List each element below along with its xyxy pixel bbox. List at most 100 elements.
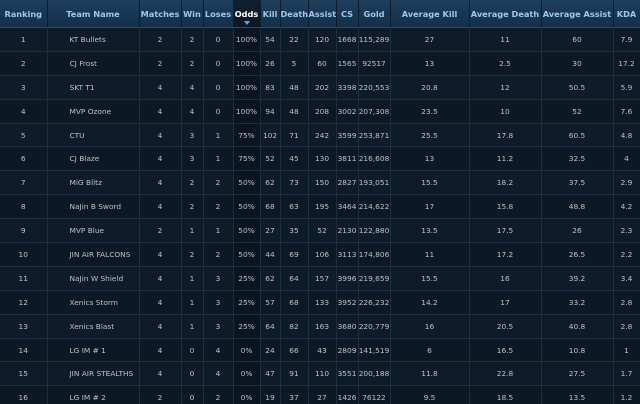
cell-death: 82	[280, 314, 309, 339]
cell-gold: 76122	[358, 385, 391, 404]
cell-matches: 2	[139, 27, 182, 52]
cell-death: 35	[280, 218, 309, 244]
column-header-cs[interactable]: CS	[336, 0, 359, 28]
cell-team-name: CJ Frost	[47, 51, 140, 76]
column-header-death[interactable]: Death	[280, 0, 309, 28]
cell-matches: 4	[139, 194, 182, 220]
column-header-gold[interactable]: Gold	[358, 0, 391, 28]
cell-kda: 7.6	[613, 99, 640, 124]
column-header-matches[interactable]: Matches	[139, 0, 182, 28]
table-row[interactable]: 4 MVP Ozone 4 4 0 100% 94 48 208 3002 207,308 23.5 1…	[0, 99, 640, 124]
cell-average-death: 11	[469, 27, 542, 52]
table-row[interactable]: 15 JIN AIR STEALTHS 4 0 4 0% 47 91 110 3551 200,18…	[0, 361, 640, 387]
cell-win: 2	[181, 170, 204, 196]
cell-kill: 64	[260, 314, 281, 339]
table-row[interactable]: 8 NaJin B Sword 4 2 2 50% 68 63 195 3464 214,622 17…	[0, 194, 640, 220]
cell-team-name: Xenics Storm	[47, 290, 140, 315]
cell-cs: 3680	[336, 314, 359, 339]
cell-cs: 3811	[336, 146, 359, 172]
cell-matches: 4	[139, 99, 182, 124]
cell-team-name: JIN AIR STEALTHS	[47, 361, 140, 387]
table-row[interactable]: 10 JIN AIR FALCONS 4 2 2 50% 44 69 106 3113 174,80…	[0, 242, 640, 267]
table-row[interactable]: 13 Xenics Blast 4 1 3 25% 64 82 163 3680 220,779 16…	[0, 314, 640, 339]
cell-loses: 3	[203, 290, 234, 315]
table-row[interactable]: 7 MiG Blitz 4 2 2 50% 62 73 150 2827 193,051 15.5 18…	[0, 170, 640, 196]
cell-cs: 2827	[336, 170, 359, 196]
cell-win: 3	[181, 123, 204, 148]
cell-average-kill: 9.5	[390, 385, 470, 404]
table-row[interactable]: 9 MVP Blue 2 1 1 50% 27 35 52 2130 122,880 13.5 17.5…	[0, 218, 640, 244]
cell-average-death: 17	[469, 290, 542, 315]
cell-loses: 0	[203, 99, 234, 124]
column-header-assist[interactable]: Assist	[308, 0, 337, 28]
team-stats-table: Ranking Team Name Matches Win Loses Odds Kill D…	[0, 0, 640, 404]
table-row[interactable]: 6 CJ Blaze 4 3 1 75% 52 45 130 3811 216,608 13 11.2 3…	[0, 146, 640, 172]
column-header-average-assist[interactable]: Average Assist	[541, 0, 614, 28]
cell-matches: 4	[139, 170, 182, 196]
cell-odds: 50%	[233, 194, 261, 220]
column-header-team-name[interactable]: Team Name	[47, 0, 140, 28]
column-header-kill[interactable]: Kill	[260, 0, 281, 28]
cell-team-name: LG IM # 2	[47, 385, 140, 404]
cell-loses: 2	[203, 194, 234, 220]
cell-ranking: 15	[0, 361, 48, 387]
cell-odds: 100%	[233, 75, 261, 100]
cell-kda: 4.8	[613, 123, 640, 148]
cell-gold: 253,871	[358, 123, 391, 148]
cell-average-assist: 48.8	[541, 194, 614, 220]
cell-cs: 1668	[336, 27, 359, 52]
table-row[interactable]: 2 CJ Frost 2 2 0 100% 26 5 60 1565 92517 13 2.5 30 17.…	[0, 51, 640, 76]
column-header-average-death[interactable]: Average Death	[469, 0, 542, 28]
table-row[interactable]: 1 KT Bullets 2 2 0 100% 54 22 120 1668 115,289 27 11…	[0, 27, 640, 52]
cell-kill: 62	[260, 266, 281, 291]
cell-average-assist: 13.5	[541, 385, 614, 404]
cell-average-kill: 16	[390, 314, 470, 339]
cell-loses: 1	[203, 123, 234, 148]
cell-gold: 220,779	[358, 314, 391, 339]
cell-cs: 1426	[336, 385, 359, 404]
cell-average-kill: 15.5	[390, 170, 470, 196]
cell-kill: 54	[260, 27, 281, 52]
cell-assist: 242	[308, 123, 337, 148]
column-header-loses[interactable]: Loses	[203, 0, 234, 28]
cell-average-kill: 13.5	[390, 218, 470, 244]
cell-death: 73	[280, 170, 309, 196]
cell-kda: 4.2	[613, 194, 640, 220]
cell-win: 2	[181, 194, 204, 220]
column-header-odds[interactable]: Odds	[233, 0, 261, 28]
table-row[interactable]: 5 CTU 4 3 1 75% 102 71 242 3599 253,871 25.5 17.8 60.…	[0, 123, 640, 148]
cell-matches: 4	[139, 146, 182, 172]
column-header-kda[interactable]: KDA	[613, 0, 640, 28]
table-row[interactable]: 3 SKT T1 4 4 0 100% 83 48 202 3398 220,553 20.8 12 50…	[0, 75, 640, 100]
cell-matches: 4	[139, 75, 182, 100]
cell-matches: 2	[139, 218, 182, 244]
table-row[interactable]: 12 Xenics Storm 4 1 3 25% 57 68 133 3952 226,232 14…	[0, 290, 640, 315]
cell-loses: 3	[203, 314, 234, 339]
cell-kda: 2.2	[613, 242, 640, 267]
table-row[interactable]: 16 LG IM # 2 2 0 2 0% 19 37 27 1426 76122 9.5 18.5 13…	[0, 385, 640, 404]
cell-cs: 2809	[336, 338, 359, 363]
cell-average-death: 12	[469, 75, 542, 100]
column-header-win[interactable]: Win	[181, 0, 204, 28]
cell-kill: 27	[260, 218, 281, 244]
cell-average-kill: 14.2	[390, 290, 470, 315]
cell-assist: 150	[308, 170, 337, 196]
cell-gold: 174,806	[358, 242, 391, 267]
cell-average-assist: 40.8	[541, 314, 614, 339]
cell-assist: 27	[308, 385, 337, 404]
cell-win: 0	[181, 338, 204, 363]
cell-odds: 100%	[233, 27, 261, 52]
cell-death: 22	[280, 27, 309, 52]
column-header-average-kill[interactable]: Average Kill	[390, 0, 470, 28]
cell-average-kill: 11.8	[390, 361, 470, 387]
table-row[interactable]: 11 NaJin W Shield 4 1 3 25% 62 64 157 3996 219,659…	[0, 266, 640, 291]
column-header-ranking[interactable]: Ranking	[0, 0, 48, 28]
cell-loses: 2	[203, 170, 234, 196]
cell-ranking: 5	[0, 123, 48, 148]
cell-death: 45	[280, 146, 309, 172]
cell-loses: 4	[203, 338, 234, 363]
table-row[interactable]: 14 LG IM # 1 4 0 4 0% 24 66 43 2809 141,519 6 16.5 10…	[0, 338, 640, 363]
cell-win: 1	[181, 314, 204, 339]
cell-kda: 4	[613, 146, 640, 172]
cell-kill: 26	[260, 51, 281, 76]
